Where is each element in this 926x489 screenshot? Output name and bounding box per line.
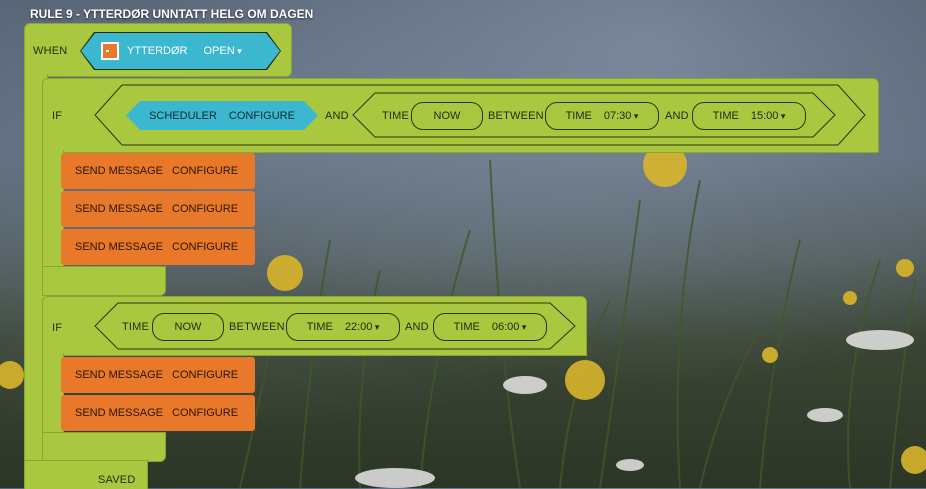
- if-1-start-value[interactable]: 07:30: [604, 110, 639, 122]
- send-message-block-5[interactable]: SEND MESSAGE CONFIGURE: [61, 395, 255, 431]
- state-dropdown[interactable]: OPEN: [204, 45, 242, 57]
- if-2-between-label: BETWEEN: [229, 321, 285, 333]
- send-message-label: SEND MESSAGE: [75, 407, 164, 419]
- send-message-label: SEND MESSAGE: [75, 165, 164, 177]
- rule-title: RULE 9 - YTTERDØR UNNTATT HELG OM DAGEN: [30, 7, 314, 21]
- device-trigger-inner[interactable]: YTTERDØR OPEN: [81, 33, 280, 69]
- scheduler-label: SCHEDULER: [149, 109, 217, 122]
- if-2-start-label: TIME: [306, 321, 333, 333]
- configure-button[interactable]: CONFIGURE: [172, 241, 238, 253]
- if-1-time-label: TIME: [382, 110, 410, 122]
- if-1-end-time[interactable]: TIME 15:00: [692, 102, 806, 130]
- configure-button[interactable]: CONFIGURE: [172, 407, 238, 419]
- configure-button[interactable]: CONFIGURE: [172, 369, 238, 381]
- saved-status: SAVED: [98, 474, 136, 486]
- device-name: YTTERDØR: [127, 45, 188, 57]
- configure-button[interactable]: CONFIGURE: [172, 165, 238, 177]
- if-1-end-label: TIME: [712, 110, 739, 122]
- send-message-label: SEND MESSAGE: [75, 241, 164, 253]
- if-2-end-value[interactable]: 06:00: [492, 321, 527, 333]
- door-icon: [101, 42, 119, 60]
- if-block-1-foot: [42, 266, 166, 296]
- if-2-label: IF: [52, 322, 63, 334]
- if-1-start-label: TIME: [565, 110, 592, 122]
- send-message-label: SEND MESSAGE: [75, 203, 164, 215]
- if-2-start-time[interactable]: TIME 22:00: [286, 313, 400, 341]
- if-1-and-label: AND: [325, 110, 349, 122]
- send-message-block-1[interactable]: SEND MESSAGE CONFIGURE: [61, 153, 255, 189]
- if-2-now-field[interactable]: NOW: [152, 313, 224, 341]
- if-2-end-label: TIME: [453, 321, 480, 333]
- if-2-start-value[interactable]: 22:00: [345, 321, 380, 333]
- configure-button[interactable]: CONFIGURE: [172, 203, 238, 215]
- if-2-and-label: AND: [405, 321, 429, 333]
- if-2-end-time[interactable]: TIME 06:00: [433, 313, 547, 341]
- send-message-block-4[interactable]: SEND MESSAGE CONFIGURE: [61, 357, 255, 393]
- scheduler-block[interactable]: SCHEDULER CONFIGURE: [126, 101, 318, 130]
- if-1-now-field[interactable]: NOW: [411, 102, 483, 130]
- if-1-between-label: BETWEEN: [488, 110, 544, 122]
- send-message-block-3[interactable]: SEND MESSAGE CONFIGURE: [61, 229, 255, 265]
- if-1-and2-label: AND: [665, 110, 689, 122]
- if-1-end-value[interactable]: 15:00: [751, 110, 786, 122]
- if-1-start-time[interactable]: TIME 07:30: [545, 102, 659, 130]
- scheduler-configure[interactable]: CONFIGURE: [229, 110, 295, 122]
- if-2-time-label: TIME: [122, 321, 150, 333]
- send-message-label: SEND MESSAGE: [75, 369, 164, 381]
- if-block-2-foot: [42, 432, 166, 462]
- send-message-block-2[interactable]: SEND MESSAGE CONFIGURE: [61, 191, 255, 227]
- when-label: WHEN: [33, 45, 68, 57]
- if-1-label: IF: [52, 110, 63, 122]
